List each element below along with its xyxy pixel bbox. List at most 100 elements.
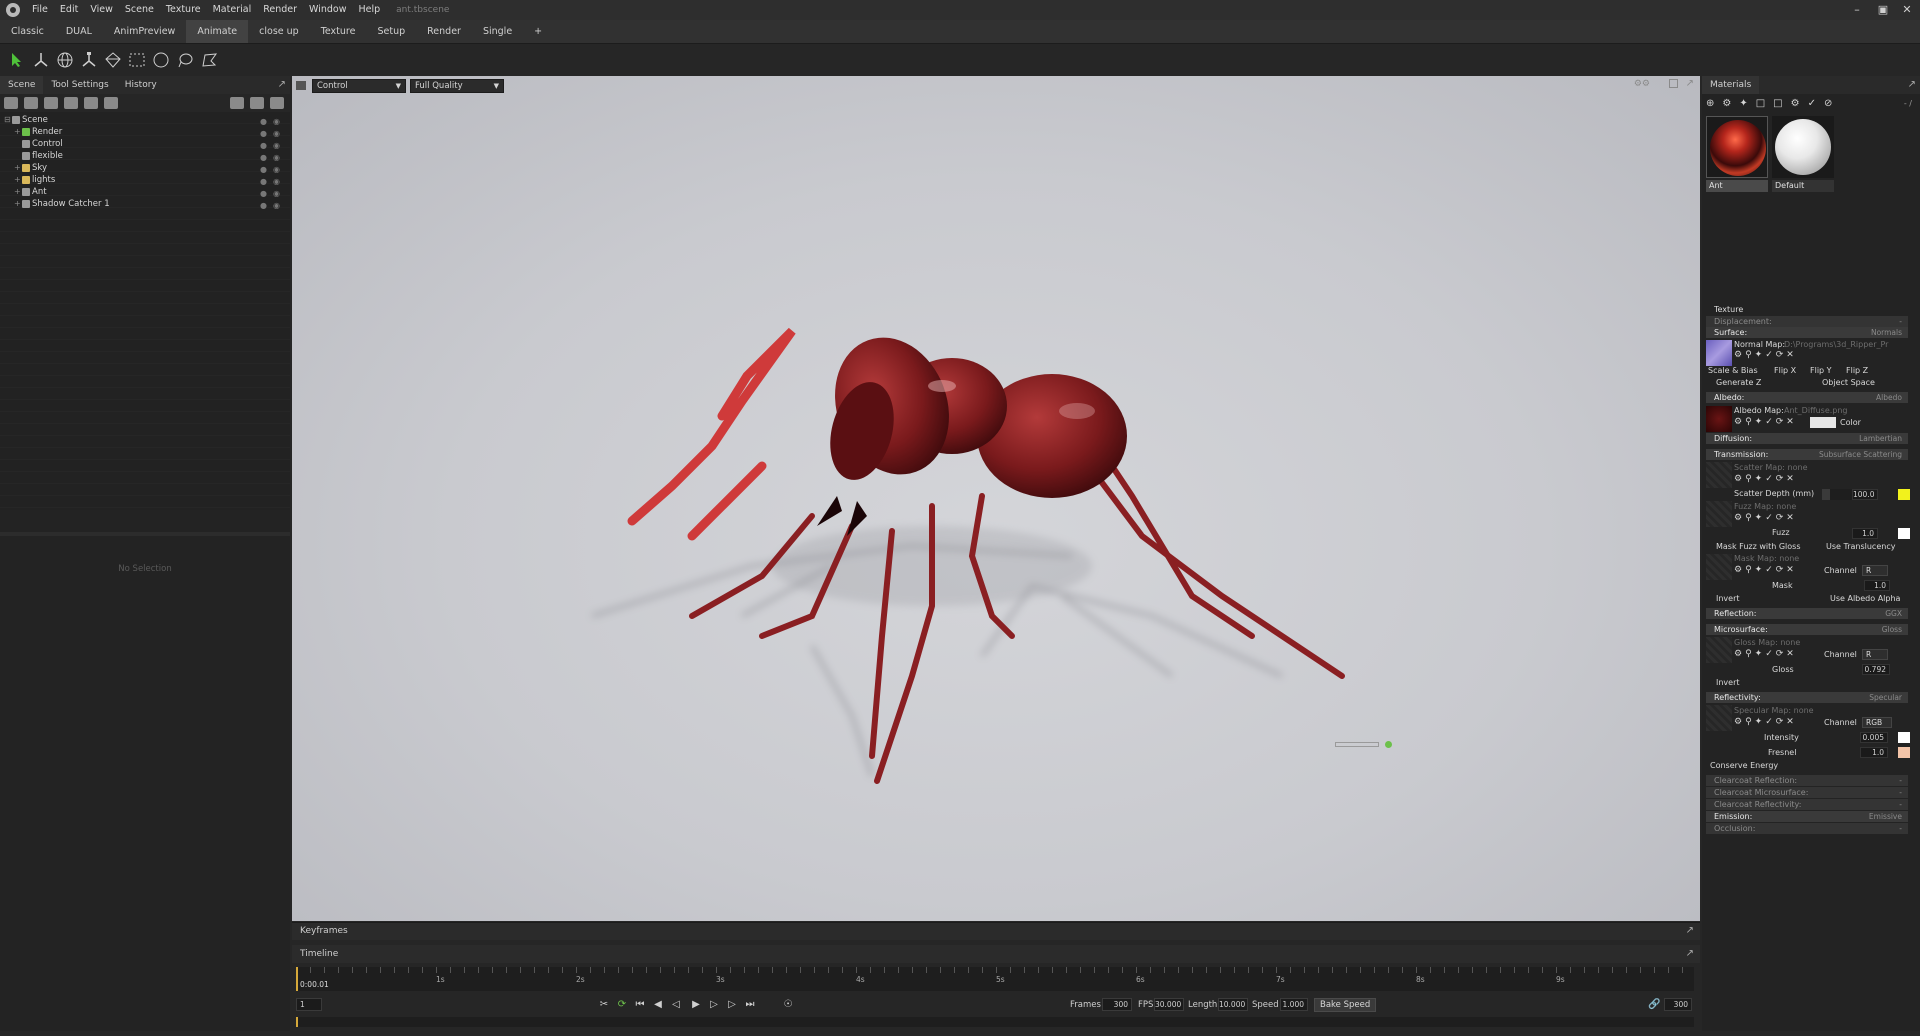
section-mode[interactable]: - [1899, 787, 1902, 798]
expand-icon[interactable]: + [14, 162, 22, 174]
mask-fuzz-checkbox[interactable]: Mask Fuzz with Gloss [1716, 542, 1801, 551]
polygon-select-icon[interactable] [198, 49, 220, 71]
map-action-icons[interactable]: ⚙⚲✦✓⟳✕ [1734, 417, 1797, 427]
length-field[interactable]: 10.000 [1218, 998, 1248, 1011]
expand-icon[interactable]: + [14, 198, 22, 210]
map-action-icons[interactable]: ⚙⚲✦✓⟳✕ [1734, 565, 1797, 575]
texture-section[interactable]: Texture [1706, 304, 1908, 315]
popout-icon[interactable]: ↗ [278, 79, 286, 90]
add-sky-icon[interactable] [84, 97, 98, 109]
material-label-ant[interactable]: Ant [1706, 180, 1768, 192]
menu-file[interactable]: File [26, 0, 54, 20]
section-mode[interactable]: Lambertian [1859, 433, 1902, 444]
section-mode[interactable]: - [1899, 799, 1902, 810]
scale-bias-checkbox[interactable]: Scale & Bias [1708, 366, 1758, 375]
flip-x-checkbox[interactable]: Flip X [1774, 366, 1796, 375]
next-key-icon[interactable]: ▷ [726, 999, 738, 1010]
add-light-icon[interactable] [24, 97, 38, 109]
scatter-depth-field[interactable]: 100.0 [1852, 489, 1878, 500]
playhead[interactable] [296, 967, 298, 991]
tab-texture[interactable]: Texture [310, 20, 367, 43]
flip-z-checkbox[interactable]: Flip Z [1846, 366, 1868, 375]
fps-field[interactable]: 30.000 [1154, 998, 1184, 1011]
skip-start-icon[interactable]: ⏮ [634, 999, 646, 1010]
menu-material[interactable]: Material [207, 0, 258, 20]
select-arrow-icon[interactable] [6, 49, 28, 71]
speed-field[interactable]: 1.000 [1280, 998, 1308, 1011]
menu-edit[interactable]: Edit [54, 0, 84, 20]
map-action-icons[interactable]: ⚙⚲✦✓⟳✕ [1734, 649, 1797, 659]
menu-window[interactable]: Window [303, 0, 352, 20]
add-render-icon[interactable] [104, 97, 118, 109]
expand-icon[interactable]: + [14, 126, 22, 138]
tree-item-ant[interactable]: + Ant ●◉ [0, 186, 290, 198]
specular-map-thumb[interactable] [1706, 705, 1732, 731]
use-albedo-alpha-checkbox[interactable]: Use Albedo Alpha [1830, 594, 1900, 603]
specular-channel-select[interactable]: RGB [1862, 717, 1892, 728]
section-mode[interactable]: Normals [1871, 327, 1902, 338]
occlusion-section[interactable]: Occlusion: - [1706, 823, 1908, 834]
section-mode[interactable]: Subsurface Scattering [1819, 449, 1902, 460]
tab-dual[interactable]: DUAL [55, 20, 103, 43]
diffusion-section[interactable]: Diffusion: Lambertian [1706, 433, 1908, 444]
prev-frame-icon[interactable]: ◁ [670, 999, 682, 1010]
gloss-map-thumb[interactable] [1706, 637, 1732, 663]
clearcoat-reflection-section[interactable]: Clearcoat Reflection: - [1706, 775, 1908, 786]
tab-history[interactable]: History [117, 76, 165, 94]
expand-icon[interactable]: ⊟ [4, 114, 12, 126]
menu-help[interactable]: Help [353, 0, 387, 20]
map-action-icons[interactable]: ⚙⚲✦✓⟳✕ [1734, 474, 1797, 484]
loop-icon[interactable]: ⟳ [616, 999, 628, 1010]
popout-icon[interactable]: ↗ [1908, 79, 1916, 90]
current-frame-field[interactable]: 1 [296, 998, 322, 1011]
clearcoat-reflectivity-section[interactable]: Clearcoat Reflectivity: - [1706, 799, 1908, 810]
timeline-ruler[interactable]: 0:00.01 1s 2s 3s 4s 5s 6s 7s 8s 9s [296, 967, 1694, 991]
prev-key-icon[interactable]: ◀ [652, 999, 664, 1010]
section-mode[interactable]: - [1899, 316, 1902, 327]
scatter-color-swatch[interactable] [1898, 489, 1910, 500]
material-tool-icons[interactable]: ⊕⚙✦□□⚙✓⊘ [1706, 98, 1840, 109]
intensity-field[interactable]: 0.005 [1860, 732, 1888, 743]
expand-icon[interactable]: + [14, 174, 22, 186]
emission-section[interactable]: Emission: Emissive [1706, 811, 1908, 822]
mask-channel-select[interactable]: R [1862, 565, 1888, 576]
tree-item-scene[interactable]: ⊟ Scene ●◉ [0, 114, 290, 126]
clearcoat-microsurface-section[interactable]: Clearcoat Microsurface: - [1706, 787, 1908, 798]
map-action-icons[interactable]: ⚙⚲✦✓⟳✕ [1734, 717, 1797, 727]
lock-visibility-icons[interactable]: ●◉ [260, 200, 286, 212]
link-icon[interactable]: 🔗 [1648, 999, 1660, 1010]
invert-checkbox[interactable]: Invert [1716, 594, 1740, 603]
map-action-icons[interactable]: ⚙⚲✦✓⟳✕ [1734, 513, 1797, 523]
object-space-checkbox[interactable]: Object Space [1822, 378, 1875, 387]
material-thumb-default[interactable] [1772, 116, 1834, 178]
viewport[interactable]: Control ▼ Full Quality ▼ ⚙⚙ ↗ [292, 76, 1700, 921]
material-label-default[interactable]: Default [1772, 180, 1834, 192]
generate-z-checkbox[interactable]: Generate Z [1716, 378, 1761, 387]
circle-select-icon[interactable] [150, 49, 172, 71]
section-mode[interactable]: Specular [1869, 692, 1902, 703]
tree-item-sky[interactable]: + Sky ●◉ [0, 162, 290, 174]
flip-y-checkbox[interactable]: Flip Y [1810, 366, 1832, 375]
section-mode[interactable]: Emissive [1869, 811, 1902, 822]
fuzz-map-thumb[interactable] [1706, 501, 1732, 527]
gloss-invert-checkbox[interactable]: Invert [1716, 678, 1740, 687]
material-thumb-ant[interactable] [1706, 116, 1768, 178]
gloss-field[interactable]: 0.792 [1862, 664, 1890, 675]
fuzz-field[interactable]: 1.0 [1852, 528, 1878, 539]
skip-end-icon[interactable]: ⏭ [744, 999, 756, 1010]
next-frame-icon[interactable]: ▷ [708, 999, 720, 1010]
section-mode[interactable]: GGX [1885, 608, 1902, 619]
menu-view[interactable]: View [84, 0, 119, 20]
section-mode[interactable]: Albedo [1876, 392, 1902, 403]
fresnel-field[interactable]: 1.0 [1860, 747, 1888, 758]
lasso-select-icon[interactable] [174, 49, 196, 71]
mask-field[interactable]: 1.0 [1864, 580, 1890, 591]
fresnel-color-swatch[interactable] [1898, 747, 1910, 758]
tree-item-render[interactable]: + Render ●◉ [0, 126, 290, 138]
record-icon[interactable]: ☉ [782, 999, 794, 1010]
tab-animate[interactable]: Animate [186, 20, 249, 43]
tab-close-up[interactable]: close up [248, 20, 310, 43]
rect-select-icon[interactable] [126, 49, 148, 71]
map-action-icons[interactable]: ⚙⚲✦✓⟳✕ [1734, 350, 1797, 360]
move-gizmo-icon[interactable] [30, 49, 52, 71]
